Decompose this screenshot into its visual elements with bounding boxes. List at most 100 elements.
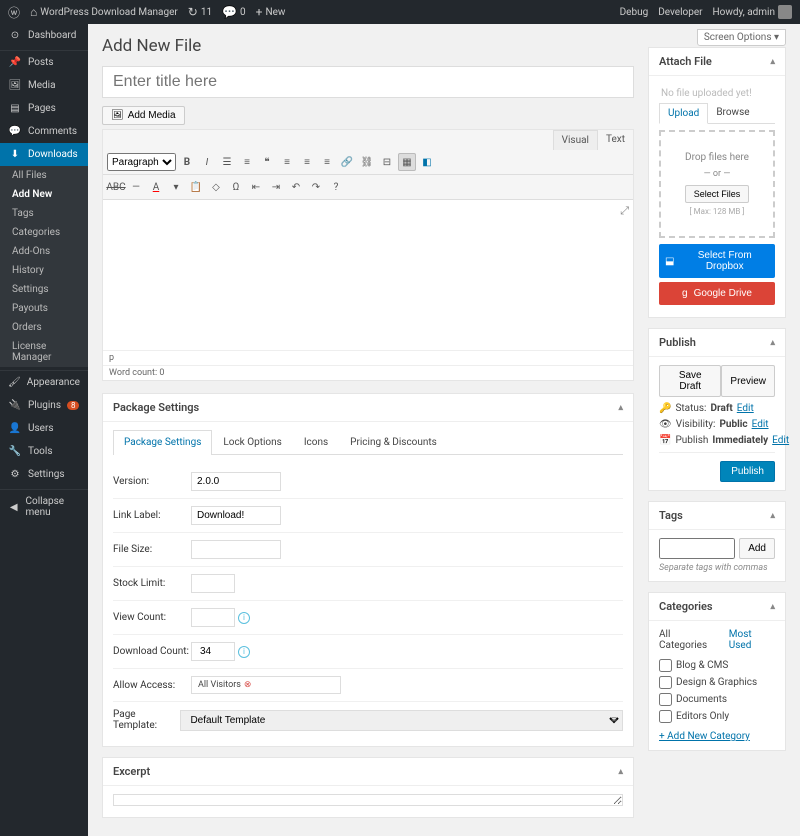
attach-file-header[interactable]: Attach File▴ [649, 48, 785, 76]
align-right-button[interactable]: ≡ [318, 153, 336, 171]
toolbar-toggle-button[interactable]: ▦ [398, 153, 416, 171]
sub-categories[interactable]: Categories [0, 223, 88, 242]
cat-checkbox[interactable] [659, 659, 672, 672]
distraction-free-button[interactable]: ◧ [418, 153, 436, 171]
cat-item[interactable]: Editors Only [659, 708, 775, 725]
updates-link[interactable]: ↻11 [188, 5, 212, 19]
menu-posts[interactable]: 📌Posts [0, 51, 88, 74]
link-label-input[interactable] [191, 506, 281, 525]
wp-logo[interactable]: ⓦ [8, 4, 20, 21]
sub-all-files[interactable]: All Files [0, 166, 88, 185]
remove-tag-icon[interactable]: ⊗ [244, 680, 252, 690]
file-size-input[interactable] [191, 540, 281, 559]
excerpt-header[interactable]: Excerpt▴ [103, 758, 633, 786]
preview-button[interactable]: Preview [721, 365, 775, 397]
tags-header[interactable]: Tags▴ [649, 502, 785, 530]
menu-settings[interactable]: ⚙Settings [0, 463, 88, 486]
comments-link[interactable]: 💬0 [222, 5, 246, 19]
account-link[interactable]: Howdy, admin [713, 5, 792, 19]
add-media-button[interactable]: 🖼Add Media [102, 106, 185, 125]
publish-button[interactable]: Publish [720, 461, 775, 482]
tab-package-settings[interactable]: Package Settings [113, 430, 212, 455]
text-color-button[interactable]: A [147, 178, 165, 196]
view-count-input[interactable] [191, 608, 235, 627]
clear-format-button[interactable]: ◇ [207, 178, 225, 196]
sub-license-manager[interactable]: License Manager [0, 337, 88, 367]
bullet-list-button[interactable]: ☰ [218, 153, 236, 171]
format-select[interactable]: Paragraph [107, 153, 176, 171]
number-list-button[interactable]: ≡ [238, 153, 256, 171]
outdent-button[interactable]: ⇤ [247, 178, 265, 196]
tab-most-used[interactable]: Most Used [729, 629, 775, 651]
more-button[interactable]: ⊟ [378, 153, 396, 171]
menu-media[interactable]: 🖼Media [0, 74, 88, 97]
sub-settings[interactable]: Settings [0, 280, 88, 299]
text-color-dropdown[interactable]: ▾ [167, 178, 185, 196]
special-char-button[interactable]: Ω [227, 178, 245, 196]
tab-pricing[interactable]: Pricing & Discounts [339, 430, 448, 454]
menu-tools[interactable]: 🔧Tools [0, 440, 88, 463]
expand-icon[interactable]: ⤢ [620, 204, 629, 218]
stock-input[interactable] [191, 574, 235, 593]
select-files-button[interactable]: Select Files [685, 185, 750, 203]
cat-item[interactable]: Blog & CMS [659, 657, 775, 674]
menu-downloads[interactable]: ⬇Downloads [0, 143, 88, 166]
menu-plugins[interactable]: 🔌Plugins 8 [0, 394, 88, 417]
sub-orders[interactable]: Orders [0, 318, 88, 337]
link-button[interactable]: 🔗 [338, 153, 356, 171]
align-left-button[interactable]: ≡ [278, 153, 296, 171]
add-tag-button[interactable]: Add [739, 538, 775, 559]
tab-all-categories[interactable]: All Categories [659, 629, 719, 651]
cat-checkbox[interactable] [659, 693, 672, 706]
sub-addons[interactable]: Add-Ons [0, 242, 88, 261]
bars-icon[interactable]: ≡ [611, 715, 617, 726]
cat-item[interactable]: Design & Graphics [659, 674, 775, 691]
developer-link[interactable]: Developer [658, 7, 702, 18]
package-settings-header[interactable]: Package Settings▴ [103, 394, 633, 422]
site-name-link[interactable]: ⌂WordPress Download Manager [30, 5, 178, 19]
tab-browse[interactable]: Browse [708, 103, 757, 123]
screen-options-button[interactable]: Screen Options ▾ [697, 29, 786, 46]
undo-button[interactable]: ↶ [287, 178, 305, 196]
cat-checkbox[interactable] [659, 710, 672, 723]
dropzone[interactable]: Drop files here — or — Select Files [ Ma… [659, 130, 775, 238]
bold-button[interactable]: B [178, 153, 196, 171]
hr-button[interactable]: — [127, 178, 145, 196]
collapse-menu[interactable]: ◀Collapse menu [0, 490, 88, 524]
save-draft-button[interactable]: Save Draft [659, 365, 721, 397]
menu-dashboard[interactable]: ⊙Dashboard [0, 24, 88, 47]
add-category-link[interactable]: + Add New Category [659, 731, 750, 742]
categories-header[interactable]: Categories▴ [649, 593, 785, 621]
italic-button[interactable]: I [198, 153, 216, 171]
paste-text-button[interactable]: 📋 [187, 178, 205, 196]
version-input[interactable] [191, 472, 281, 491]
dropbox-button[interactable]: ⬓Select From Dropbox [659, 244, 775, 278]
menu-users[interactable]: 👤Users [0, 417, 88, 440]
publish-header[interactable]: Publish▴ [649, 329, 785, 357]
editor-body[interactable]: ⤢ [103, 200, 633, 350]
redo-button[interactable]: ↷ [307, 178, 325, 196]
strike-button[interactable]: ABC [107, 178, 125, 196]
page-template-select[interactable]: Default Template [180, 710, 623, 731]
download-count-input[interactable] [191, 642, 235, 661]
quote-button[interactable]: ❝ [258, 153, 276, 171]
debug-link[interactable]: Debug [620, 7, 649, 18]
cat-item[interactable]: Documents [659, 691, 775, 708]
sub-history[interactable]: History [0, 261, 88, 280]
tags-input[interactable] [659, 538, 735, 559]
google-drive-button[interactable]: gGoogle Drive [659, 282, 775, 305]
sub-payouts[interactable]: Payouts [0, 299, 88, 318]
menu-pages[interactable]: ▤Pages [0, 97, 88, 120]
edit-visibility-link[interactable]: Edit [752, 419, 769, 430]
allow-access-input[interactable]: All Visitors⊗ [191, 676, 341, 694]
help-button[interactable]: ? [327, 178, 345, 196]
excerpt-textarea[interactable] [113, 794, 623, 806]
edit-schedule-link[interactable]: Edit [772, 435, 789, 446]
align-center-button[interactable]: ≡ [298, 153, 316, 171]
unlink-button[interactable]: ⛓ [358, 153, 376, 171]
title-input[interactable] [102, 66, 634, 98]
edit-status-link[interactable]: Edit [737, 403, 754, 414]
info-icon[interactable]: i [238, 612, 250, 624]
tab-text[interactable]: Text [598, 130, 633, 150]
tab-icons[interactable]: Icons [293, 430, 339, 454]
